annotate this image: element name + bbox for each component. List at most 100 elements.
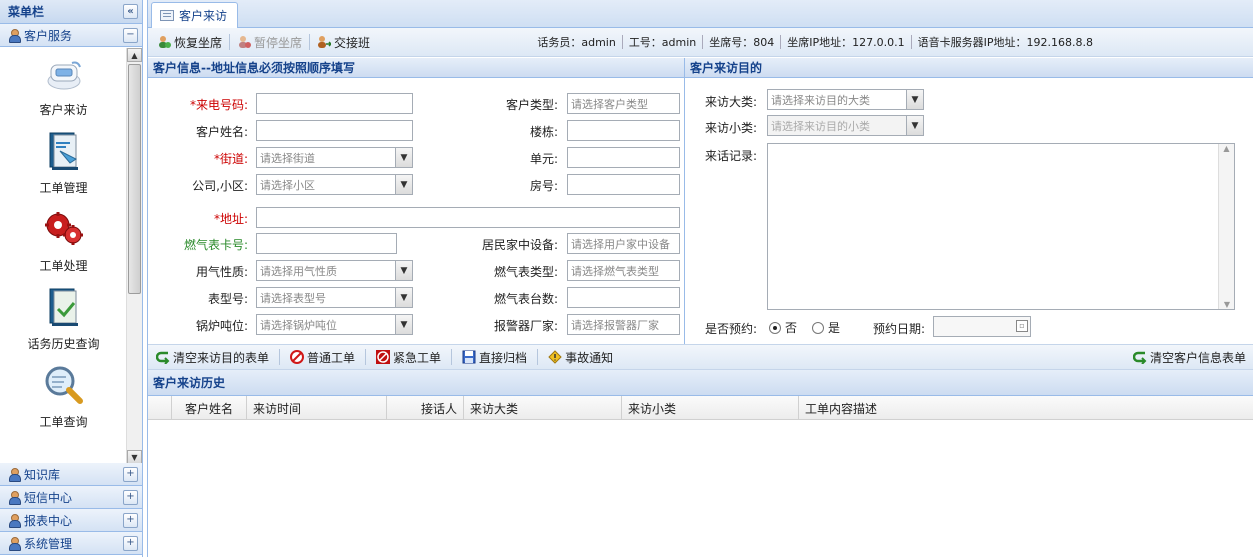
col-ticket-description[interactable]: 工单内容描述 (799, 396, 1253, 420)
chevron-down-icon[interactable]: ▼ (395, 148, 412, 167)
calendar-icon[interactable]: ▫ (1016, 320, 1028, 332)
visit-history-grid: 客户姓名 来访时间 接话人 来访大类 来访小类 工单内容描述 (148, 396, 1253, 557)
appointment-no-option[interactable]: 否 (769, 319, 797, 336)
customer-name-input[interactable] (256, 120, 413, 141)
appointment-yes-option[interactable]: 是 (812, 319, 840, 336)
sidebar-menu: 客户来访 工单管理 工单处理 话务历史查询 工单查询 (0, 48, 127, 464)
direct-archive-button[interactable]: 直接归档 (458, 346, 531, 368)
alarm-vendor-label: 报警器厂家: (493, 319, 558, 333)
gas-nature-select[interactable]: 请选择用气性质 ▼ (256, 260, 413, 281)
pause-seat-button[interactable]: 暂停坐席 (233, 31, 306, 53)
incident-notice-label: 事故通知 (565, 350, 614, 365)
sidebar-section-label: 知识库 (24, 467, 61, 482)
sidebar-scrollbar[interactable]: ▲ ▼ (126, 48, 142, 464)
tab-customer-visit[interactable]: 客户来访 (151, 2, 239, 28)
sidebar-section-reports[interactable]: 报表中心 + (0, 509, 142, 532)
history-book-icon (49, 288, 78, 326)
seat-ip-info: 坐席IP地址：127.0.0.1 (787, 36, 905, 49)
collapse-section-button[interactable]: − (123, 27, 138, 43)
operator-info: 话务员：admin (537, 36, 616, 49)
sidebar-section-knowledge[interactable]: 知识库 + (0, 463, 142, 486)
visit-subcategory-select[interactable]: 请选择来访目的小类 ▼ (767, 115, 924, 136)
sidebar-section-sms[interactable]: 短信中心 + (0, 486, 142, 509)
sidebar-item-ticket-management[interactable]: 工单管理 (0, 124, 127, 202)
chevron-down-icon[interactable]: ▼ (395, 315, 412, 334)
sidebar-section-customer-service[interactable]: 客户服务 − (0, 24, 142, 47)
col-customer-name[interactable]: 客户姓名 (172, 396, 247, 420)
sidebar-item-ticket-query[interactable]: 工单查询 (0, 358, 127, 436)
restore-seat-button[interactable]: 恢复坐席 (153, 31, 226, 53)
radio-no[interactable] (769, 321, 781, 334)
phone-input[interactable] (256, 93, 413, 114)
urgent-ticket-button[interactable]: 紧急工单 (372, 346, 445, 368)
home-device-input[interactable]: 请选择用户家中设备 (567, 233, 680, 254)
call-record-textarea[interactable]: ▲ ▼ (767, 143, 1235, 310)
company-select[interactable]: 请选择小区 ▼ (256, 174, 413, 195)
meter-type-input[interactable]: 请选择燃气表类型 (567, 260, 680, 281)
chevron-down-icon[interactable]: ▼ (395, 288, 412, 307)
alert-icon (548, 350, 562, 364)
expand-section-button[interactable]: + (123, 466, 138, 482)
sidebar-item-ticket-processing[interactable]: 工单处理 (0, 202, 127, 280)
customer-type-input[interactable]: 请选择客户类型 (567, 93, 680, 114)
col-visit-subcategory[interactable]: 来访小类 (622, 396, 799, 420)
toolbar-divider (229, 34, 231, 50)
radio-yes[interactable] (812, 321, 824, 334)
clear-customer-button[interactable]: 清空客户信息表单 (1129, 346, 1250, 368)
phone-icon (47, 61, 81, 90)
grid-row-number-header (148, 396, 172, 420)
scroll-down-button[interactable]: ▼ (1219, 300, 1235, 309)
expand-section-button[interactable]: + (123, 489, 138, 505)
scroll-down-button[interactable]: ▼ (127, 450, 142, 464)
building-input[interactable] (567, 120, 680, 141)
scroll-up-button[interactable]: ▲ (127, 48, 142, 62)
sidebar-item-call-history[interactable]: 话务历史查询 (0, 280, 127, 358)
urgent-stop-icon (376, 350, 391, 364)
incident-notice-button[interactable]: 事故通知 (544, 346, 617, 368)
clear-purpose-button[interactable]: 清空来访目的表单 (152, 346, 273, 368)
appointment-date-input[interactable]: ▫ (933, 316, 1031, 337)
restore-seat-label: 恢复坐席 (174, 35, 223, 50)
customer-type-label: 客户类型: (505, 98, 558, 112)
visit-category-select[interactable]: 请选择来访目的大类 ▼ (767, 89, 924, 110)
expand-section-button[interactable]: + (123, 512, 138, 528)
col-visit-category[interactable]: 来访大类 (464, 396, 622, 420)
chevron-down-icon[interactable]: ▼ (395, 175, 412, 194)
appointment-date-label: 预约日期: (872, 322, 925, 336)
sidebar-section-system[interactable]: 系统管理 + (0, 532, 142, 555)
visit-purpose-title: 客户来访目的 (685, 58, 1253, 78)
scroll-up-button[interactable]: ▲ (1219, 144, 1234, 153)
sidebar-section-label: 短信中心 (24, 490, 73, 505)
handover-button[interactable]: 交接班 (313, 31, 374, 53)
normal-ticket-button[interactable]: 普通工单 (286, 346, 359, 368)
street-select[interactable]: 请选择街道 ▼ (256, 147, 413, 168)
unit-input[interactable] (567, 147, 680, 168)
gas-card-input[interactable] (256, 233, 397, 254)
meter-model-select[interactable]: 请选择表型号 ▼ (256, 287, 413, 308)
chevron-down-icon[interactable]: ▼ (395, 261, 412, 280)
call-record-label: 来话记录: (704, 149, 757, 163)
chevron-down-icon[interactable]: ▼ (906, 116, 923, 135)
grid-header: 客户姓名 来访时间 接话人 来访大类 来访小类 工单内容描述 (148, 396, 1253, 420)
save-disk-icon (462, 350, 476, 364)
scroll-thumb[interactable] (128, 64, 141, 294)
sidebar: 菜单栏 « 客户服务 − 客户来访 工单管理 工单处理 话务历史查询 工单查询 … (0, 0, 143, 557)
customer-info-title: 客户信息--地址信息必须按照顺序填写 (148, 58, 684, 78)
toolbar-divider (279, 349, 281, 365)
textarea-scrollbar[interactable]: ▲ ▼ (1218, 144, 1234, 309)
expand-section-button[interactable]: + (123, 535, 138, 551)
room-label: 房号: (529, 179, 558, 193)
visit-subcategory-placeholder: 请选择来访目的小类 (771, 120, 870, 133)
sidebar-item-customer-visit[interactable]: 客户来访 (0, 48, 127, 124)
address-input[interactable] (256, 207, 680, 228)
alarm-vendor-input[interactable]: 请选择报警器厂家 (567, 314, 680, 335)
sidebar-section-label: 客户服务 (24, 28, 73, 43)
col-receiver[interactable]: 接话人 (387, 396, 464, 420)
boiler-select[interactable]: 请选择锅炉吨位 ▼ (256, 314, 413, 335)
col-visit-time[interactable]: 来访时间 (247, 396, 387, 420)
seat-number-info: 坐席号：804 (709, 36, 775, 49)
room-input[interactable] (567, 174, 680, 195)
chevron-down-icon[interactable]: ▼ (906, 90, 923, 109)
collapse-sidebar-button[interactable]: « (123, 4, 138, 19)
meter-count-input[interactable] (567, 287, 680, 308)
